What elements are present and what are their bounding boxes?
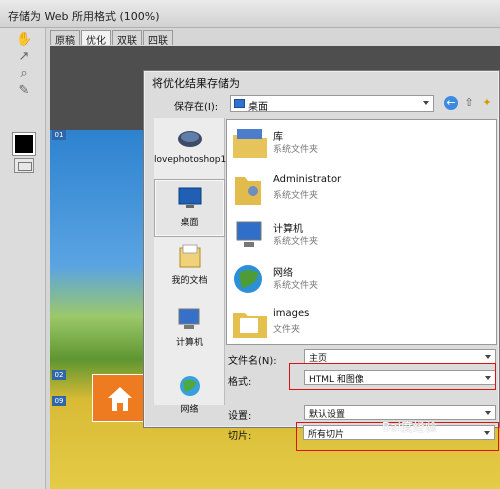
network-icon xyxy=(179,376,200,396)
slice-number-label: 09 xyxy=(52,396,66,406)
eyedropper-icon[interactable]: ✎ xyxy=(16,83,32,99)
place-network[interactable]: 网络 xyxy=(154,373,225,415)
desktop-icon xyxy=(234,99,245,108)
zoom-icon[interactable]: ⌕ xyxy=(16,66,32,82)
file-type: 系统文件夹 xyxy=(273,281,319,291)
slice-number-label: 01 xyxy=(52,130,66,140)
tab-optimized[interactable]: 优化 xyxy=(81,30,111,47)
chevron-down-icon[interactable] xyxy=(423,101,429,105)
up-folder-icon[interactable]: ⇧ xyxy=(462,96,476,110)
list-item[interactable]: 库 系统文件夹 xyxy=(231,124,491,168)
tab-4-up[interactable]: 四联 xyxy=(143,30,173,47)
format-label: 格式: xyxy=(228,377,252,388)
file-type: 系统文件夹 xyxy=(273,191,319,201)
place-label: 计算机 xyxy=(175,338,203,348)
hand-icon[interactable]: ✋ xyxy=(16,32,32,48)
place-label: 网络 xyxy=(180,405,199,415)
list-item[interactable]: 计算机 系统文件夹 xyxy=(231,216,491,260)
slice-number-label: 02 xyxy=(52,370,66,380)
toggle-slice-visibility-button[interactable] xyxy=(14,158,34,173)
list-item[interactable]: Administrator 系统文件夹 xyxy=(231,170,491,214)
watermark: Bai度经验 xyxy=(382,420,437,434)
save-in-value: 桌面 xyxy=(248,102,268,113)
file-name: 网络 xyxy=(273,268,293,279)
window-title: 存储为 Web 所用格式 (100%) xyxy=(0,0,500,28)
file-list[interactable]: 库 系统文件夹 Administrator 系统文件夹 计算机 系统文件夹 网络… xyxy=(226,119,497,345)
file-type: 系统文件夹 xyxy=(273,237,319,247)
save-in-label: 保存在(I): xyxy=(174,102,219,113)
file-name: 库 xyxy=(273,132,283,143)
library-icon xyxy=(233,129,267,158)
list-item[interactable]: images 文件夹 xyxy=(231,304,491,344)
new-folder-icon[interactable]: ✦ xyxy=(480,96,494,110)
place-label: 我的文档 xyxy=(171,276,208,286)
place-computer[interactable]: 计算机 xyxy=(154,306,225,348)
documents-icon xyxy=(179,244,200,268)
recent-icon xyxy=(177,131,202,147)
place-documents[interactable]: 我的文档 xyxy=(154,244,225,286)
places-bar: lovephotoshop126 桌面 我的文档 计算机 网络 xyxy=(154,118,238,415)
tab-2-up[interactable]: 双联 xyxy=(112,30,142,47)
settings-label: 设置: xyxy=(228,411,252,422)
file-type: 文件夹 xyxy=(273,325,301,335)
place-label: lovephotoshop126 xyxy=(154,155,238,165)
format-dropdown[interactable]: HTML 和图像 xyxy=(304,370,496,385)
chevron-down-icon[interactable] xyxy=(485,376,491,380)
view-tabs: 原稿 优化 双联 四联 xyxy=(50,30,174,47)
chevron-down-icon[interactable] xyxy=(484,431,490,435)
list-item[interactable]: 网络 系统文件夹 xyxy=(231,260,491,304)
place-label: 桌面 xyxy=(180,218,199,228)
filename-field[interactable]: 主页 xyxy=(304,349,496,364)
place-desktop[interactable]: 桌面 xyxy=(154,179,225,237)
file-name: 计算机 xyxy=(273,224,303,235)
settings-value: 默认设置 xyxy=(309,410,346,420)
filename-label: 文件名(N): xyxy=(228,356,277,367)
chevron-down-icon[interactable] xyxy=(485,355,491,359)
format-value: HTML 和图像 xyxy=(309,375,364,385)
computer-icon xyxy=(178,308,199,329)
desktop-icon xyxy=(178,187,201,208)
color-swatch[interactable] xyxy=(12,132,36,156)
user-folder-icon xyxy=(235,177,261,205)
file-type: 系统文件夹 xyxy=(273,145,319,155)
dialog-title: 将优化结果存储为 xyxy=(152,77,240,90)
computer-icon xyxy=(236,221,262,247)
save-dialog: 将优化结果存储为 保存在(I): 桌面 ← ⇧ ✦ lovephotoshop1… xyxy=(143,70,500,442)
file-name: images xyxy=(273,308,310,319)
save-in-dropdown[interactable]: 桌面 xyxy=(230,95,434,113)
chevron-down-icon[interactable] xyxy=(485,411,491,415)
slices-value: 所有切片 xyxy=(308,430,345,440)
tool-panel: ✋ ↗ ⌕ ✎ xyxy=(0,28,46,489)
slices-label: 切片: xyxy=(228,431,252,442)
file-name: Administrator xyxy=(273,174,342,185)
home-icon xyxy=(108,387,132,411)
slice-select-icon[interactable]: ↗ xyxy=(16,49,32,65)
network-icon xyxy=(234,265,262,293)
back-icon[interactable]: ← xyxy=(444,96,458,110)
place-recent[interactable]: lovephotoshop126 xyxy=(154,126,238,165)
folder-icon xyxy=(233,313,267,338)
tab-original[interactable]: 原稿 xyxy=(50,30,80,47)
filename-value: 主页 xyxy=(309,354,328,364)
home-button-graphic xyxy=(92,374,146,422)
